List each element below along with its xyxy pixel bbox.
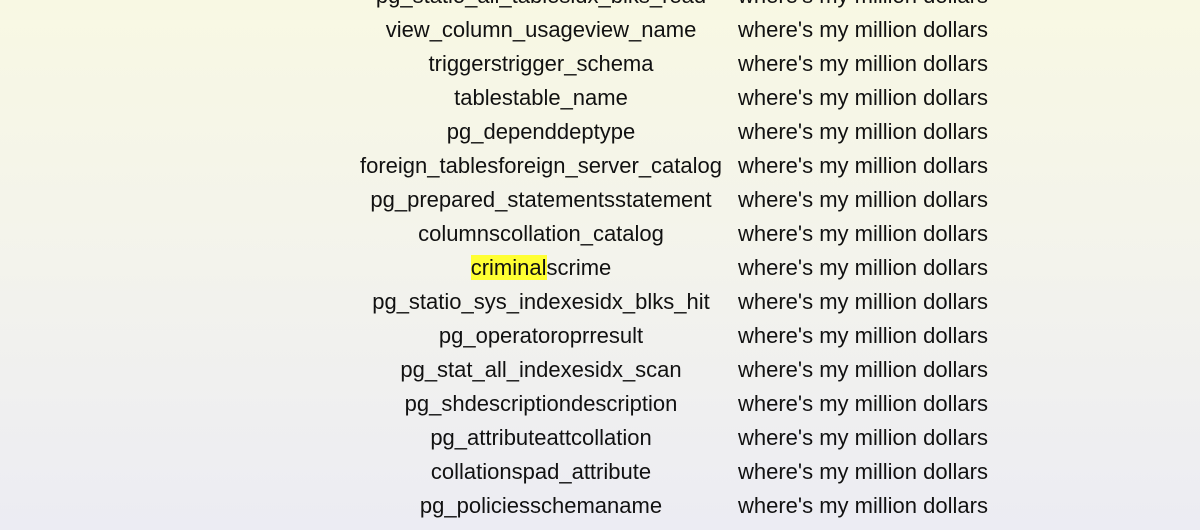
- table-row: pg_operatoroprresult where's my million d…: [345, 319, 988, 353]
- row-value: where's my million dollars: [737, 0, 988, 13]
- row-name: pg_statio_sys_indexesidx_blks_hit: [372, 289, 710, 314]
- row-value: where's my million dollars: [738, 187, 988, 212]
- row-name: pg_attributeattcollation: [430, 425, 652, 450]
- table-row: pg_dependdeptype where's my million dolla…: [345, 115, 988, 149]
- table-row: columnscollation_catalog where's my milli…: [345, 217, 988, 251]
- row-value: where's my million dollars: [738, 323, 988, 348]
- row-name: columnscollation_catalog: [418, 221, 664, 246]
- table-row: pg_stat_all_indexesidx_scan where's my mi…: [345, 353, 988, 387]
- row-value: where's my million dollars: [738, 17, 988, 42]
- row-name: pg_stat_all_indexesidx_scan: [400, 357, 682, 382]
- row-name: tablestable_name: [454, 85, 628, 110]
- table-row: pg_statio_sys_indexesidx_blks_hit where's…: [345, 285, 988, 319]
- row-name: pg_policiesschemaname: [419, 493, 663, 518]
- row-value: where's my million dollars: [738, 425, 988, 450]
- row-name: criminalscrime: [345, 251, 737, 285]
- row-name: pg_operatoroprresult: [438, 323, 644, 348]
- table-row: triggerstrigger_schema where's my million…: [345, 47, 988, 81]
- row-name: pg_statio_all_tablesidx_blks_read: [345, 0, 737, 13]
- row-name: triggerstrigger_schema: [428, 51, 654, 76]
- table-row: criminalscrime where's my million dollars: [345, 251, 988, 285]
- row-value: where's my million dollars: [738, 85, 988, 110]
- row-name: pg_shdescriptiondescription: [404, 391, 678, 416]
- table-row: foreign_tablesforeign_server_catalog wher…: [345, 149, 988, 183]
- row-name: foreign_tablesforeign_server_catalog: [359, 153, 722, 178]
- table-row: pg_attributeattcollation where's my milli…: [345, 421, 988, 455]
- row-value: where's my million dollars: [738, 221, 988, 246]
- table-row: pg_statio_all_tablesidx_blks_readwhere's…: [345, 0, 988, 13]
- row-value: where's my million dollars: [738, 255, 988, 280]
- row-name: view_column_usageview_name: [385, 17, 697, 42]
- row-value: where's my million dollars: [738, 119, 988, 144]
- table-row: pg_prepared_statementsstatement where's m…: [345, 183, 988, 217]
- row-name: pg_dependdeptype: [446, 119, 636, 144]
- row-value: where's my million dollars: [738, 153, 988, 178]
- table-row: pg_shdescriptiondescription where's my mi…: [345, 387, 988, 421]
- row-value: where's my million dollars: [738, 459, 988, 484]
- row-value: where's my million dollars: [738, 51, 988, 76]
- row-name: pg_prepared_statementsstatement: [370, 187, 712, 212]
- row-name: collationspad_attribute: [430, 459, 652, 484]
- table-row: collationspad_attribute where's my millio…: [345, 455, 988, 489]
- row-value: where's my million dollars: [738, 357, 988, 382]
- table-row: tablestable_name where's my million dolla…: [345, 81, 988, 115]
- row-value: where's my million dollars: [738, 289, 988, 314]
- row-name-rest: scrime: [546, 255, 612, 280]
- table-row: view_column_usageview_name where's my mil…: [345, 13, 988, 47]
- row-value: where's my million dollars: [738, 391, 988, 416]
- row-value: where's my million dollars: [738, 493, 988, 518]
- results-table: pg_statio_all_tablesidx_blks_readwhere's…: [345, 0, 988, 523]
- search-highlight: criminal: [470, 255, 547, 280]
- table-row: pg_policiesschemaname where's my million …: [345, 489, 988, 523]
